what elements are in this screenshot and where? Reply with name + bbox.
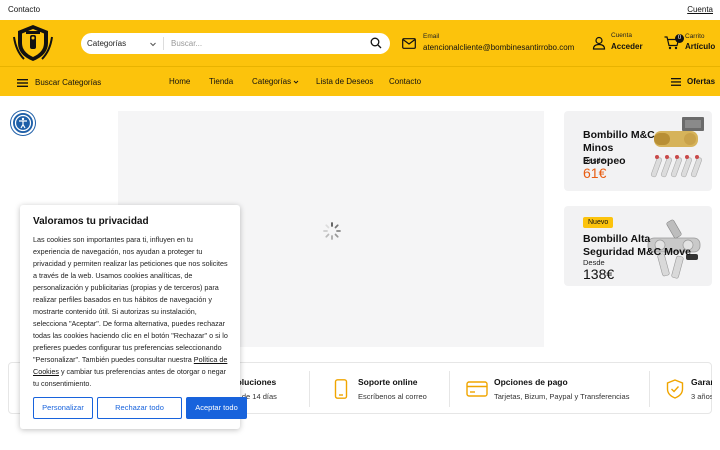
nav-home[interactable]: Home — [169, 77, 190, 86]
header: Categorías Email atencionalcliente@bombi… — [0, 20, 720, 66]
cookie-customize-button[interactable]: Personalizar — [33, 397, 93, 419]
nav-shop[interactable]: Tienda — [209, 77, 233, 86]
cookie-consent-dialog: Valoramos tu privacidad Las cookies son … — [20, 205, 247, 429]
top-bar: Contacto Cuenta — [0, 0, 720, 20]
search-icon[interactable] — [370, 37, 382, 49]
promo-card-move[interactable]: Nuevo Bombillo Alta Seguridad M&C Move D… — [564, 206, 712, 286]
nav-categories[interactable]: Categorías — [252, 77, 299, 86]
accessibility-button[interactable] — [11, 111, 35, 135]
promo-price: 138€ — [583, 266, 615, 282]
email-value[interactable]: atencionalcliente@bombinesantirrobo.com — [423, 43, 574, 52]
feature-divider — [649, 371, 650, 407]
cart-count-badge: 0 — [675, 34, 684, 43]
top-contact-link[interactable]: Contacto — [8, 5, 40, 14]
offers-label: Ofertas — [687, 77, 716, 86]
phone-icon — [334, 379, 352, 399]
email-icon — [402, 38, 416, 49]
chevron-down-icon — [293, 79, 299, 85]
feature-subtitle: Tarjetas, Bizum, Paypal y Transferencias — [494, 392, 630, 401]
cookie-accept-button[interactable]: Aceptar todo — [186, 397, 247, 419]
feature-subtitle: 3 años — [691, 392, 712, 401]
cookie-reject-button[interactable]: Rechazar todo — [97, 397, 182, 419]
search-bar: Categorías — [81, 33, 390, 54]
feature-title: Soporte online — [358, 377, 418, 387]
shield-check-icon — [666, 379, 684, 399]
feature-title: Garantía — [691, 377, 712, 387]
feature-divider — [309, 371, 310, 407]
feature-payment: Opciones de pago Tarjetas, Bizum, Paypal… — [466, 363, 646, 413]
promo-title[interactable]: Bombillo Alta Seguridad M&C Move — [583, 233, 695, 259]
cookie-title: Valoramos tu privacidad — [33, 216, 149, 227]
search-input[interactable] — [171, 36, 351, 51]
feature-support: Soporte online Escríbenos al correo — [327, 363, 457, 413]
promo-card-minos[interactable]: Bombillo M&C Minos Europeo Desde 61€ — [564, 111, 712, 191]
nav-categories-label: Categorías — [252, 77, 292, 86]
promo-from-label: Desde — [583, 156, 605, 165]
credit-card-icon — [466, 379, 488, 399]
search-divider — [163, 37, 164, 50]
account-value[interactable]: Acceder — [611, 42, 643, 51]
lock-cylinder-image — [648, 117, 708, 189]
cart-label: Carrito — [685, 33, 705, 40]
nav-contact[interactable]: Contacto — [389, 77, 421, 86]
accessibility-icon — [14, 114, 32, 132]
main-nav: Buscar Categorías Home Tienda Categorías… — [0, 66, 720, 96]
new-badge: Nuevo — [583, 217, 614, 228]
feature-subtitle: Escríbenos al correo — [358, 392, 427, 401]
browse-categories-label: Buscar Categorías — [35, 78, 102, 87]
menu-icon — [671, 78, 681, 86]
loading-spinner-icon — [322, 221, 342, 241]
chevron-down-icon[interactable] — [149, 40, 157, 48]
feature-title: Opciones de pago — [494, 377, 568, 387]
cart-value[interactable]: Artículo — [685, 42, 715, 51]
user-icon — [592, 36, 606, 50]
nav-wishlist[interactable]: Lista de Deseos — [316, 77, 373, 86]
cookie-text-end: y cambiar tus preferencias antes de otor… — [33, 367, 226, 388]
account-label: Cuenta — [611, 32, 632, 39]
promo-price: 61€ — [583, 165, 607, 181]
top-account-link[interactable]: Cuenta — [687, 5, 713, 14]
cookie-text-body: Las cookies son importantes para ti, inf… — [33, 235, 228, 364]
shield-logo-icon[interactable] — [12, 23, 54, 63]
cookie-text: Las cookies son importantes para ti, inf… — [33, 234, 229, 390]
feature-warranty: Garantía 3 años — [664, 363, 712, 413]
email-label: Email — [423, 33, 440, 40]
menu-icon — [17, 79, 28, 87]
search-category-select[interactable]: Categorías — [87, 39, 126, 48]
feature-divider — [449, 371, 450, 407]
